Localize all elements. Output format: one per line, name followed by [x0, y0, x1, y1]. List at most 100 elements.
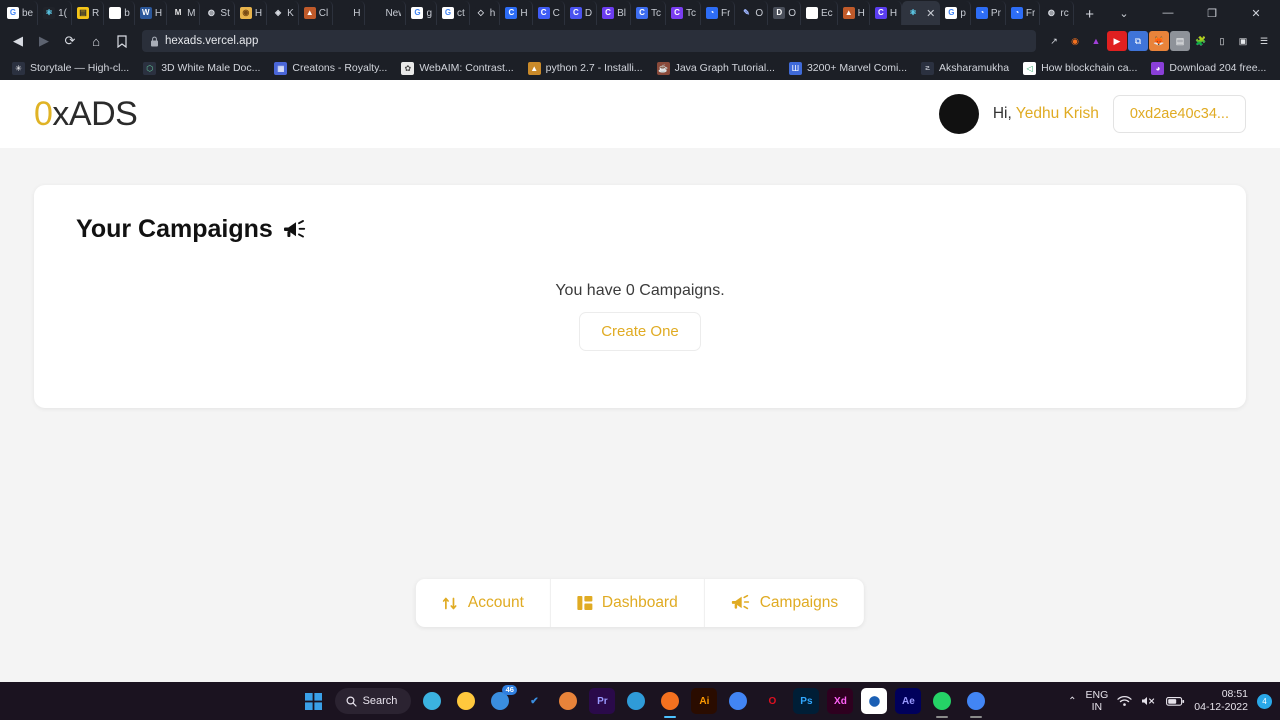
translate-extension-icon[interactable]: ⧉	[1128, 31, 1148, 51]
menu-icon[interactable]: ☰	[1254, 31, 1274, 51]
wallet-address-button[interactable]: 0xd2ae40c34...	[1112, 95, 1246, 133]
puzzle-extensions-icon[interactable]: 🧩	[1191, 31, 1211, 51]
browser-tab[interactable]: New	[365, 1, 407, 25]
file-explorer-icon[interactable]	[453, 688, 479, 714]
bookmark-item[interactable]: ౽ Aksharamukha	[915, 60, 1015, 77]
avatar[interactable]	[938, 94, 979, 134]
screenshot-extension-icon[interactable]: ▤	[1170, 31, 1190, 51]
bookmark-item[interactable]: ▲ python 2.7 - Installi...	[522, 60, 649, 77]
figma-icon[interactable]: ⬤	[861, 688, 888, 714]
todo-icon[interactable]: ✔	[521, 688, 547, 714]
mail-icon[interactable]: 46	[487, 685, 518, 714]
bookmark-item[interactable]: Ш 3200+ Marvel Comi...	[783, 60, 913, 77]
share-icon[interactable]: ↗	[1044, 31, 1064, 51]
browser-tab[interactable]: H	[333, 1, 366, 25]
new-tab-button[interactable]: +	[1077, 2, 1102, 26]
taskbar-search[interactable]: Search	[334, 688, 412, 714]
browser-tab[interactable]: b	[104, 1, 135, 25]
browser-tab[interactable]: Gp	[940, 1, 971, 25]
address-bar[interactable]: hexads.vercel.app	[142, 30, 1036, 52]
brave-shields-icon[interactable]: ◉	[1065, 31, 1085, 51]
browser-tab[interactable]: ◇ h	[470, 1, 501, 25]
youtube-extension-icon[interactable]: ▶	[1107, 31, 1127, 51]
vscode-icon[interactable]	[623, 688, 649, 714]
browser-tab[interactable]: C Bl	[597, 1, 631, 25]
close-window-button[interactable]: ✕	[1234, 0, 1278, 26]
sidebar-icon[interactable]: ▯	[1212, 31, 1232, 51]
brave-rewards-icon[interactable]: ▲	[1086, 31, 1106, 51]
chrome-beta-icon[interactable]	[963, 688, 989, 718]
metamask-extension-icon[interactable]: 🦊	[1149, 31, 1169, 51]
browser-tab[interactable]: Gg	[406, 1, 438, 25]
browser-tab[interactable]: ▲ H	[838, 1, 870, 25]
tab-search-button[interactable]: ⌄	[1102, 0, 1146, 26]
browser-tab[interactable]: ◍ St	[200, 1, 235, 25]
browser-tab[interactable]: ◍ rc	[1040, 1, 1074, 25]
site-logo[interactable]: 0xADS	[34, 95, 138, 134]
browser-tab[interactable]: Gct	[437, 1, 470, 25]
battery-icon[interactable]	[1166, 696, 1185, 707]
firefox-icon[interactable]	[555, 688, 581, 714]
nav-item-campaigns[interactable]: Campaigns	[705, 579, 864, 627]
microsoft-edge-icon[interactable]	[419, 688, 445, 714]
brave-browser-icon[interactable]	[657, 688, 683, 718]
google-chrome-icon[interactable]	[725, 688, 751, 714]
nav-item-dashboard[interactable]: Dashboard	[551, 579, 705, 627]
home-icon[interactable]: ⌂	[84, 29, 108, 53]
maximize-button[interactable]: ❐	[1190, 0, 1234, 26]
tray-language[interactable]: ENG IN	[1086, 689, 1109, 714]
tray-clock[interactable]: 08:51 04-12-2022	[1194, 688, 1248, 714]
bookmark-icon[interactable]	[110, 29, 134, 53]
browser-tab[interactable]: Gbe	[2, 1, 39, 25]
create-campaign-button[interactable]: Create One	[579, 312, 701, 351]
browser-tab[interactable]: ⚛ ✕	[902, 1, 941, 25]
browser-tab[interactable]: ◔ Fr	[1006, 1, 1041, 25]
start-button[interactable]	[301, 688, 327, 714]
browser-tab[interactable]: ◔ Fr	[701, 1, 736, 25]
bookmark-item[interactable]: ✿ WebAIM: Contrast...	[395, 60, 519, 77]
browser-tab[interactable]: CH	[870, 1, 903, 25]
browser-tab[interactable]: WH	[135, 1, 168, 25]
nav-item-account[interactable]: Account	[416, 579, 551, 627]
bookmark-item[interactable]: ☕ Java Graph Tutorial...	[651, 60, 781, 77]
bookmark-item[interactable]: ▦ Creatons - Royalty...	[268, 60, 393, 77]
bookmark-item[interactable]: ⬡ 3D White Male Doc...	[137, 60, 266, 77]
adobe-xd-icon[interactable]: Xd	[827, 688, 854, 714]
bookmark-item[interactable]: ✳ Storytale — High-cl...	[6, 60, 135, 77]
minimize-button[interactable]: —	[1146, 0, 1190, 26]
browser-tab[interactable]: C Tc	[631, 1, 666, 25]
browser-tab[interactable]: ◉ H	[235, 1, 268, 25]
whatsapp-icon[interactable]	[929, 688, 955, 718]
browser-tab[interactable]: Ec	[801, 1, 838, 25]
reload-icon[interactable]: ⟳	[58, 29, 82, 53]
tab-close-icon[interactable]: ✕	[926, 7, 935, 20]
photoshop-icon[interactable]: Ps	[793, 688, 820, 714]
browser-tab[interactable]: ▤ R	[72, 1, 105, 25]
browser-tab[interactable]: ◈ K	[267, 1, 299, 25]
browser-tab[interactable]: ✎ O	[735, 1, 769, 25]
forward-icon[interactable]: ▶	[32, 29, 56, 53]
browser-tab[interactable]: C Tc	[666, 1, 701, 25]
browser-tab[interactable]: DO	[768, 1, 801, 25]
opera-icon[interactable]: O	[759, 688, 785, 714]
browser-tab[interactable]: CC	[533, 1, 565, 25]
browser-tab[interactable]: MM	[167, 1, 201, 25]
illustrator-icon[interactable]: Ai	[691, 688, 718, 714]
browser-tab[interactable]: CH	[500, 1, 533, 25]
bookmark-item[interactable]: ◁ How blockchain ca...	[1017, 60, 1143, 77]
browser-tab[interactable]: CD	[565, 1, 598, 25]
wifi-icon[interactable]	[1117, 695, 1132, 707]
browser-tab[interactable]: ▲ Cl	[299, 1, 334, 25]
bookmark-favicon-icon: ▦	[274, 61, 288, 75]
bookmark-item[interactable]: ◕ Download 204 free...	[1145, 60, 1272, 77]
browser-tab[interactable]: ◔ Pr	[971, 1, 1006, 25]
bookmarks-overflow-button[interactable]: »	[1274, 61, 1280, 76]
volume-muted-icon[interactable]	[1141, 695, 1157, 707]
wallet-icon[interactable]: ▣	[1233, 31, 1253, 51]
premiere-pro-icon[interactable]: Pr	[589, 688, 616, 714]
back-icon[interactable]: ◀	[6, 29, 30, 53]
notification-badge[interactable]: 4	[1257, 693, 1272, 709]
after-effects-icon[interactable]: Ae	[895, 688, 922, 714]
tray-chevron-icon[interactable]: ⌃	[1068, 696, 1076, 707]
browser-tab[interactable]: ⚛ 1(	[38, 1, 73, 25]
